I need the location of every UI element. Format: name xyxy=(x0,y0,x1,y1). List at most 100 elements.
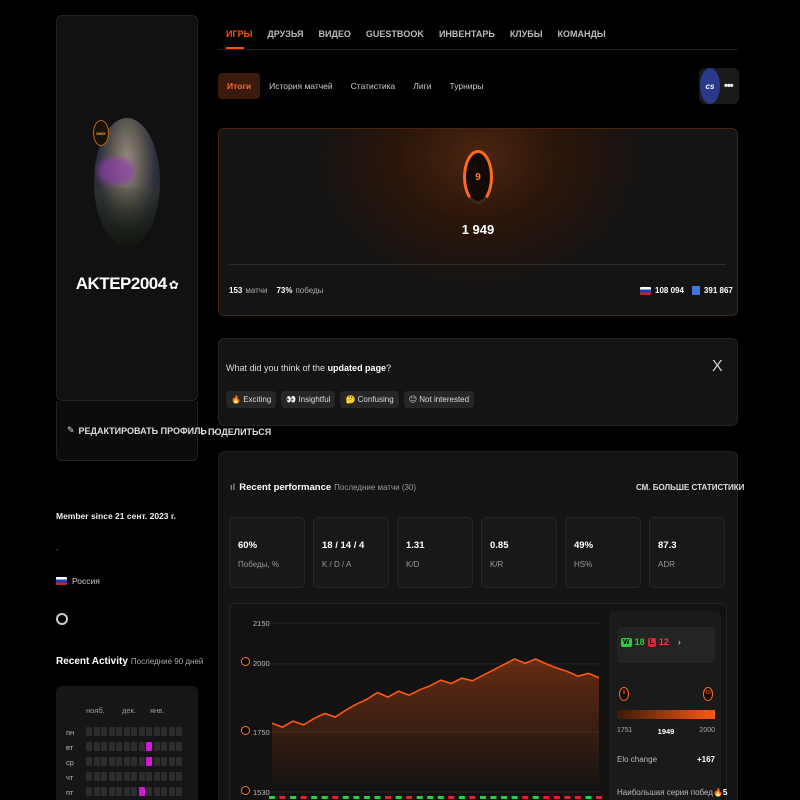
loss-badge: L xyxy=(647,637,656,647)
nav-friends[interactable]: ДРУЗЬЯ xyxy=(267,29,303,39)
elo-change-label: Elo change xyxy=(617,755,658,764)
feedback-option-label: Insightful xyxy=(298,395,331,404)
performance-title: ıl Recent performance Последние матчи (30) xyxy=(230,482,416,493)
country-label: Россия xyxy=(72,576,100,586)
tab-tournaments[interactable]: Турниры xyxy=(440,73,492,99)
heatmap-cell xyxy=(161,757,167,766)
nav-inventory[interactable]: ИНВЕНТАРЬ xyxy=(439,29,495,39)
heatmap-cell xyxy=(101,742,107,751)
y-tick-label: 2000 xyxy=(253,659,270,668)
match-result-mark xyxy=(353,796,360,799)
heatmap-cell xyxy=(153,787,160,796)
heatmap-cell xyxy=(153,727,160,736)
share-button[interactable]: ‹ ПОДЕЛИТЬСЯ xyxy=(200,425,271,439)
pencil-icon: ✎ xyxy=(67,425,75,435)
feedback-option-label: Not interested xyxy=(419,395,470,404)
more-stats-link[interactable]: СМ. БОЛЬШЕ СТАТИСТИКИ xyxy=(636,483,744,492)
elo-divider xyxy=(229,264,726,265)
stat-value: 1.31 xyxy=(406,540,425,551)
heatmap-cell xyxy=(138,757,145,766)
stat-label: K/R xyxy=(490,560,504,569)
heatmap-cell xyxy=(131,787,137,796)
close-icon[interactable]: X xyxy=(712,358,723,376)
match-result-mark xyxy=(553,796,560,799)
chevron-right-icon[interactable]: › xyxy=(678,637,681,647)
heatmap-cell xyxy=(108,787,115,796)
stat-value: 60% xyxy=(238,540,258,551)
nav-videos[interactable]: ВИДЕО xyxy=(319,29,351,39)
feedback-option-confusing[interactable]: 🤔 Confusing xyxy=(340,391,399,408)
tab-match-history[interactable]: История матчей xyxy=(260,73,342,99)
match-result-mark xyxy=(321,796,328,799)
win-loss: W 18 L 12 › xyxy=(621,637,681,647)
stat-adr: 87.3 ADR xyxy=(649,517,725,588)
winrate-value: 73% xyxy=(276,286,293,295)
heatmap-cell xyxy=(176,727,182,736)
heatmap-cell xyxy=(131,772,137,781)
world-rank[interactable]: 391 867 xyxy=(704,286,733,295)
heatmap-cell xyxy=(161,727,167,736)
performance-subtitle: Последние матчи (30) xyxy=(334,483,417,492)
country-rank[interactable]: 108 094 xyxy=(655,286,684,295)
heatmap-cell xyxy=(146,727,152,736)
elo-chart xyxy=(268,622,602,799)
stat-kd: 1.31 K/D xyxy=(397,517,473,588)
tab-statistics[interactable]: Статистика xyxy=(342,73,405,99)
tab-leagues[interactable]: Лиги xyxy=(404,73,440,99)
username: AKTEP2004 ✿ xyxy=(56,274,198,294)
feedback-q-start: What did you think of the xyxy=(226,363,328,373)
feedback-q-bold: updated page xyxy=(327,363,387,373)
nav-teams[interactable]: КОМАНДЫ xyxy=(558,29,606,39)
heatmap-cell xyxy=(146,787,152,796)
feedback-card xyxy=(218,338,738,426)
tab-summary[interactable]: Итоги xyxy=(218,73,261,99)
avatar-badge: MMX xyxy=(93,120,109,146)
nav-clubs[interactable]: КЛУБЫ xyxy=(510,29,543,39)
heatmap-cell xyxy=(161,772,167,781)
elo-stats: 153 матчи 73% победы xyxy=(229,286,323,295)
heatmap-cell xyxy=(153,742,160,751)
feedback-option-insightful[interactable]: 👀 Insightful xyxy=(281,391,336,408)
match-result-mark xyxy=(279,796,286,799)
heatmap-cell xyxy=(86,742,92,751)
skill-level-value: 9 xyxy=(475,171,481,183)
feedback-option-label: Exciting xyxy=(243,395,272,404)
elo-progress-bar xyxy=(617,710,715,719)
match-result-mark xyxy=(480,796,486,799)
feedback-option-not-interested[interactable]: 😐 Not interested xyxy=(403,391,475,408)
elo-max: 2000 xyxy=(699,727,715,734)
feedback-option-exciting[interactable]: 🔥 Exciting xyxy=(226,391,277,408)
edit-profile-button[interactable]: ✎ РЕДАКТИРОВАТЬ ПРОФИЛЬ ⌄ xyxy=(67,425,218,436)
matches-label: матчи xyxy=(245,286,268,295)
match-result-mark xyxy=(385,796,391,799)
steam-icon[interactable] xyxy=(56,613,68,625)
heatmap-cell xyxy=(176,787,182,796)
heatmap-cell xyxy=(138,727,145,736)
russia-flag-icon xyxy=(56,577,67,585)
y-tick-label: 2150 xyxy=(253,619,270,628)
more-icon[interactable]: ••• xyxy=(724,80,734,92)
elo-change-value: +167 xyxy=(696,755,715,764)
heatmap-cell xyxy=(93,772,100,781)
level-8-icon: 8 xyxy=(619,687,629,701)
match-result-mark xyxy=(437,796,444,799)
heatmap-cell xyxy=(168,727,175,736)
heatmap-cell xyxy=(93,757,100,766)
elo-min: 1751 xyxy=(617,727,633,734)
heatmap-cell xyxy=(131,757,137,766)
match-result-mark xyxy=(490,796,497,799)
heatmap-cell xyxy=(168,772,175,781)
nav-guestbook[interactable]: GUESTBOOK xyxy=(366,29,424,39)
feedback-options: 🔥 Exciting 👀 Insightful 🤔 Confusing 😐 No… xyxy=(226,391,475,408)
win-streak-label: Наибольшая серия побед xyxy=(617,788,713,797)
elo-bar-labels: 1751 1949 2000 xyxy=(617,727,715,736)
win-streak: Наибольшая серия побед 🔥5 xyxy=(617,788,727,797)
match-result-mark xyxy=(585,796,592,799)
globe-icon xyxy=(691,286,700,295)
nav-games[interactable]: ИГРЫ xyxy=(226,29,252,39)
match-result-mark xyxy=(406,796,413,799)
verified-icon: ✿ xyxy=(168,278,179,292)
match-result-mark xyxy=(458,796,465,799)
cs-logo-icon[interactable]: cs xyxy=(700,68,720,104)
heatmap-cell xyxy=(108,742,115,751)
